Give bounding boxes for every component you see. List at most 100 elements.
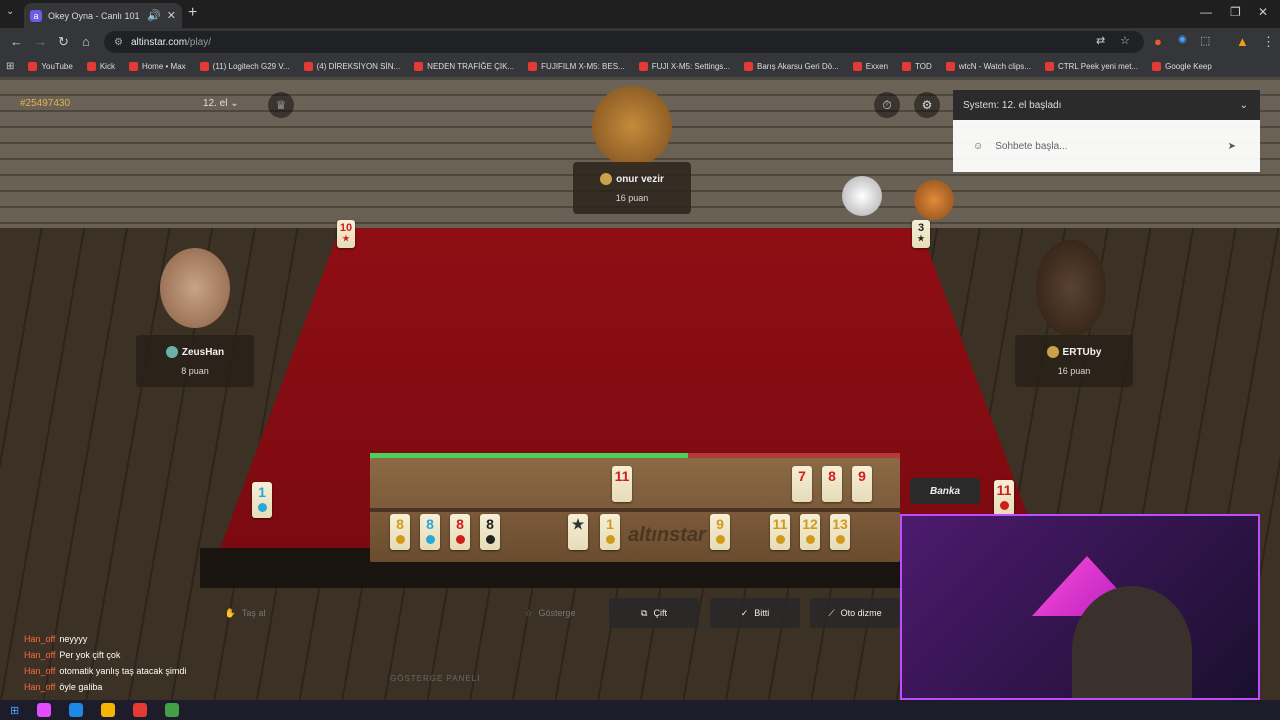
- translate-icon[interactable]: ⇄: [1096, 34, 1105, 47]
- rank-badge-icon: [1046, 346, 1059, 358]
- taskbar-app-icon[interactable]: [69, 703, 84, 717]
- settings-icon[interactable]: ⚙: [914, 92, 940, 118]
- rack-tile[interactable]: 8: [390, 514, 410, 550]
- tile-number: 11: [614, 468, 630, 484]
- rack-tile[interactable]: 8: [420, 514, 440, 550]
- bookmark-item[interactable]: (4) DİREKSİYON SİN...: [303, 62, 400, 71]
- extensions-icon[interactable]: ⬚: [1200, 34, 1210, 47]
- trophy-icon[interactable]: ♕: [268, 92, 294, 118]
- bookmark-item[interactable]: Exxen: [852, 62, 889, 71]
- bookmark-item[interactable]: Home • Max: [128, 62, 186, 71]
- rack-tile[interactable]: 8: [450, 514, 470, 550]
- send-icon[interactable]: ➤: [1228, 141, 1236, 152]
- bookmark-item[interactable]: TOD: [902, 62, 932, 71]
- bookmark-item[interactable]: FUJI X-M5: Settings...: [638, 62, 730, 71]
- player-name: onur vezir: [616, 173, 664, 185]
- bookmark-favicon-icon: [1152, 62, 1162, 71]
- bookmark-item[interactable]: (11) Logitech G29 V...: [199, 62, 290, 71]
- rack-tile[interactable]: 9: [852, 466, 872, 502]
- menu-icon[interactable]: ⋮: [1262, 34, 1275, 50]
- bookmark-label: Exxen: [865, 62, 889, 71]
- tab-mute-icon[interactable]: 🔊: [147, 9, 161, 22]
- site-info-icon[interactable]: ⚙: [114, 37, 123, 48]
- tile-number: 7: [798, 468, 806, 484]
- chat-header[interactable]: System: 12. el başladı ⌄: [953, 90, 1260, 120]
- apps-icon[interactable]: ⊞: [6, 61, 14, 72]
- chat-message: Han_off öyle galiba: [24, 682, 186, 692]
- chevron-down-icon[interactable]: ⌄: [1240, 100, 1248, 111]
- bookmark-item[interactable]: Barış Akarsu Geri Dö...: [743, 62, 839, 71]
- bookmark-favicon-icon: [1044, 62, 1054, 71]
- minimize-icon[interactable]: —: [1200, 5, 1212, 19]
- bookmark-favicon-icon: [852, 62, 862, 71]
- bookmark-label: TOD: [915, 62, 932, 71]
- home-icon[interactable]: ⌂: [82, 34, 90, 49]
- bookmark-item[interactable]: wtcN - Watch clips...: [945, 62, 1031, 71]
- tab-list-icon[interactable]: ⌄: [6, 6, 14, 17]
- hand-icon: ✋: [224, 607, 236, 618]
- round-selector[interactable]: 12. el ⌄: [203, 98, 239, 109]
- discard-tile-right[interactable]: 11: [994, 480, 1014, 516]
- emoji-icon[interactable]: ☺: [973, 141, 983, 152]
- rack-tile[interactable]: 11: [612, 466, 632, 502]
- bookmark-item[interactable]: CTRL Peek yeni met...: [1044, 62, 1138, 71]
- rack-tile[interactable]: 8: [480, 514, 500, 550]
- maximize-icon[interactable]: ❐: [1230, 5, 1241, 19]
- chat-input[interactable]: ☺ Sohbete başla... ➤: [953, 130, 1260, 162]
- tab-close-icon[interactable]: ✕: [167, 9, 176, 22]
- profile-icon[interactable]: ▲: [1236, 34, 1249, 49]
- chat-text: otomatik yanlış taş atacak şimdi: [59, 666, 187, 676]
- bookmark-favicon-icon: [528, 62, 538, 71]
- tile-number: 8: [486, 516, 494, 532]
- tile-number: 8: [396, 516, 404, 532]
- taskbar-app-icon[interactable]: [101, 703, 116, 717]
- rack-tile[interactable]: 9: [710, 514, 730, 550]
- url-field[interactable]: ⚙ altinstar.com/play/: [104, 31, 1144, 53]
- player-score: 16 puan: [1057, 366, 1091, 376]
- done-label: Bitti: [754, 608, 770, 618]
- joker-tile[interactable]: ★: [568, 514, 588, 550]
- bookmark-star-icon[interactable]: ☆: [1120, 34, 1130, 47]
- auto-arrange-button[interactable]: ⟋ Oto dizme: [810, 598, 900, 628]
- extension-brave-icon[interactable]: ●: [1154, 34, 1162, 49]
- rack-tile[interactable]: 11: [770, 514, 790, 550]
- bookmark-item[interactable]: FUJIFILM X-M5: BES...: [528, 62, 625, 71]
- taskbar-app-icon[interactable]: [37, 703, 52, 717]
- bookmark-item[interactable]: Google Keep: [1152, 62, 1212, 71]
- bookmark-item[interactable]: Kick: [86, 62, 115, 71]
- pair-icon: ⧉: [641, 607, 648, 618]
- close-window-icon[interactable]: ✕: [1258, 5, 1268, 19]
- taskbar-app-icon[interactable]: [165, 703, 180, 717]
- tile-number: 3: [917, 222, 925, 234]
- bookmark-label: Kick: [99, 62, 115, 71]
- bookmark-item[interactable]: NEDEN TRAFİĞE ÇIK...: [414, 62, 514, 71]
- bookmark-favicon-icon: [945, 62, 955, 71]
- back-icon[interactable]: ←: [10, 34, 23, 49]
- draw-tile-button[interactable]: ✋ Taş al: [210, 598, 280, 628]
- bookmark-label: YouTube: [41, 62, 73, 71]
- discard-tile-left[interactable]: 1: [252, 482, 272, 518]
- rack-tile[interactable]: 7: [792, 466, 812, 502]
- done-button[interactable]: ✓ Bitti: [710, 598, 800, 628]
- extension-audio-icon[interactable]: ◉: [1178, 34, 1187, 45]
- reload-icon[interactable]: ↻: [58, 34, 69, 50]
- rack-tile[interactable]: 12: [800, 514, 820, 550]
- rack-tile[interactable]: 1: [600, 514, 620, 550]
- discard-tile-topright[interactable]: 3 ★: [912, 220, 930, 248]
- timer-icon[interactable]: ⏱: [874, 92, 900, 118]
- bookmark-item[interactable]: YouTube: [28, 62, 73, 71]
- pair-button[interactable]: ⧉ Çift: [609, 598, 699, 628]
- bookmark-favicon-icon: [28, 62, 38, 71]
- new-tab-icon[interactable]: +: [188, 4, 197, 22]
- avatar-right: [1036, 240, 1106, 336]
- show-indicator-button[interactable]: ☆ Gösterge: [510, 598, 590, 628]
- forward-icon[interactable]: →: [34, 34, 47, 49]
- browser-tab[interactable]: a Okey Oyna - Canlı 101 Okey 🔊 ✕: [24, 3, 182, 28]
- tile-number: 9: [716, 516, 724, 532]
- discard-tile-topleft[interactable]: 10 ★: [337, 220, 355, 248]
- taskbar-app-icon[interactable]: [133, 703, 148, 717]
- avatar-left: [160, 248, 230, 328]
- rack-tile[interactable]: 13: [830, 514, 850, 550]
- rack-tile[interactable]: 8: [822, 466, 842, 502]
- windows-start-icon[interactable]: ⊞: [10, 704, 19, 717]
